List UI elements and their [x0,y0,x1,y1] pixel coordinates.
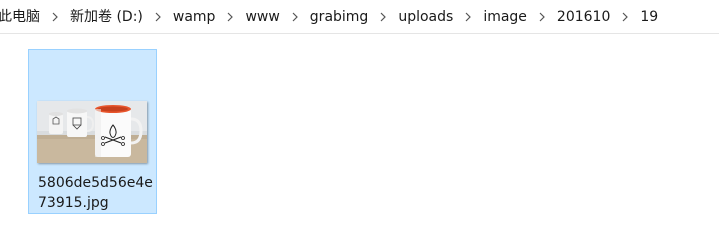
breadcrumb-item-19[interactable]: 19 [636,0,662,33]
chevron-right-icon[interactable] [614,0,636,33]
breadcrumb: 此电脑 新加卷 (D:) wamp www grabimg uploads im… [0,0,662,33]
breadcrumb-item-drive[interactable]: 新加卷 (D:) [66,0,147,33]
file-item[interactable]: 5806de5d56e4e73915.jpg [28,49,157,214]
chevron-right-icon[interactable] [219,0,241,33]
breadcrumb-item-uploads[interactable]: uploads [394,0,457,33]
breadcrumb-item-grabimg[interactable]: grabimg [306,0,373,33]
file-list-pane[interactable]: 5806de5d56e4e73915.jpg [0,35,719,250]
file-name-label: 5806de5d56e4e73915.jpg [38,175,153,211]
mugs-photo-thumbnail [37,101,147,163]
breadcrumb-item-this-pc[interactable]: 此电脑 [0,0,44,33]
address-bar[interactable]: 此电脑 新加卷 (D:) wamp www grabimg uploads im… [0,0,719,34]
breadcrumb-item-201610[interactable]: 201610 [553,0,614,33]
breadcrumb-item-wamp[interactable]: wamp [169,0,220,33]
chevron-right-icon[interactable] [372,0,394,33]
chevron-right-icon[interactable] [147,0,169,33]
chevron-right-icon[interactable] [531,0,553,33]
chevron-right-icon[interactable] [457,0,479,33]
chevron-right-icon[interactable] [284,0,306,33]
breadcrumb-item-image[interactable]: image [479,0,531,33]
chevron-right-icon[interactable] [44,0,66,33]
breadcrumb-item-www[interactable]: www [241,0,283,33]
